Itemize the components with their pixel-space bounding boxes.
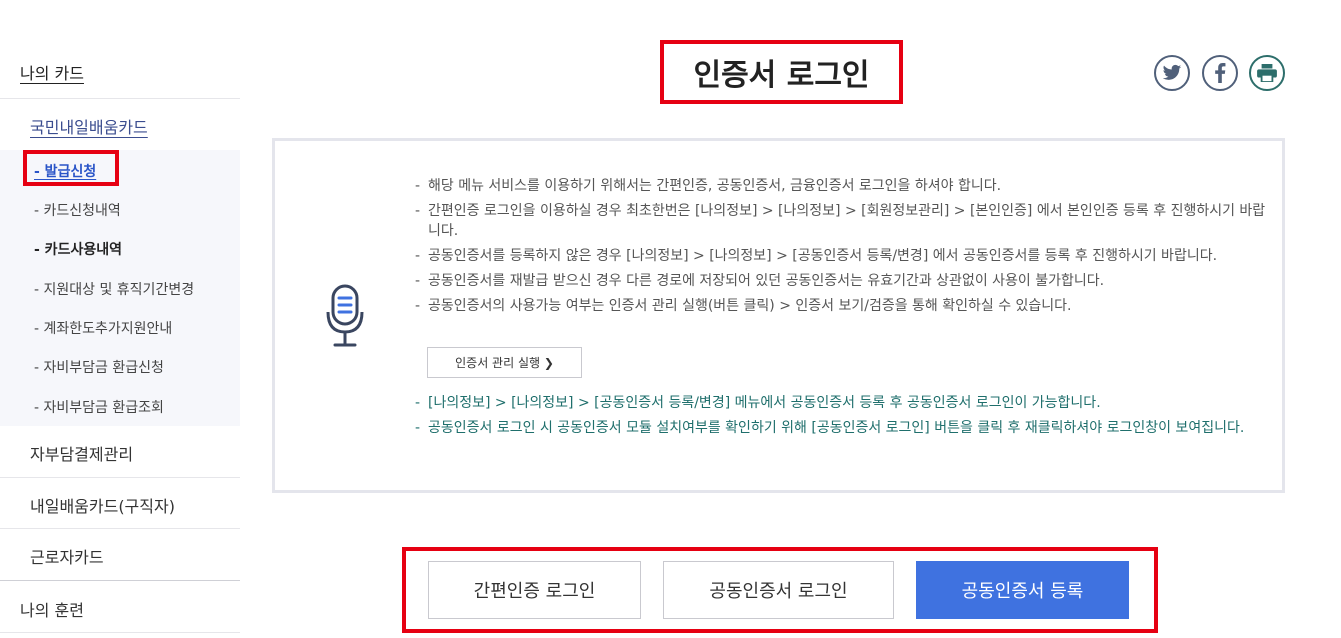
info-notes: [나의정보] > [나의정보] > [공동인증서 등록/변경] 메뉴에서 공동인… [415, 393, 1275, 443]
info-note: [나의정보] > [나의정보] > [공동인증서 등록/변경] 메뉴에서 공동인… [415, 393, 1275, 413]
sidebar-item-my-training[interactable]: 나의 훈련 [20, 597, 84, 621]
sidebar-divider [0, 632, 240, 633]
info-list: 해당 메뉴 서비스를 이용하기 위해서는 간편인증, 공동인증서, 금융인증서 … [415, 176, 1275, 321]
info-line: 공동인증서를 등록하지 않은 경우 [나의정보] > [나의정보] > [공동인… [415, 246, 1275, 266]
sidebar-divider [0, 580, 240, 581]
sidebar-divider [0, 477, 240, 478]
sidebar-title-my-card[interactable]: 나의 카드 [20, 60, 84, 84]
info-box: 해당 메뉴 서비스를 이용하기 위해서는 간편인증, 공동인증서, 금융인증서 … [272, 138, 1285, 493]
joint-cert-register-button[interactable]: 공동인증서 등록 [916, 561, 1129, 619]
cert-management-button[interactable]: 인증서 관리 실행 ❯ [427, 347, 582, 378]
microphone-icon [325, 284, 365, 352]
sidebar-item-jobseeker-card[interactable]: 내일배움카드(구직자) [30, 493, 175, 517]
sidebar-item-worker-card[interactable]: 근로자카드 [30, 544, 104, 568]
sidebar-divider [0, 98, 240, 99]
sidebar-item-self-payment[interactable]: 자부담결제관리 [30, 441, 133, 465]
info-line: 공동인증서의 사용가능 여부는 인증서 관리 실행(버튼 클릭) > 인증서 보… [415, 296, 1275, 316]
info-note: 공동인증서 로그인 시 공동인증서 모듈 설치여부를 확인하기 위해 [공동인증… [415, 418, 1275, 438]
sidebar-subitem-account-limit-guide[interactable]: - 계좌한도추가지원안내 [34, 318, 172, 338]
sidebar-subitem-refund-apply[interactable]: - 자비부담금 환급신청 [34, 357, 164, 377]
highlight-box-issue-apply [23, 150, 119, 186]
joint-cert-login-button[interactable]: 공동인증서 로그인 [663, 561, 894, 619]
sidebar-divider [0, 528, 240, 529]
sidebar-subitem-support-target-change[interactable]: - 지원대상 및 휴직기간변경 [34, 279, 194, 299]
twitter-icon[interactable] [1154, 55, 1190, 91]
facebook-icon[interactable] [1202, 55, 1238, 91]
info-line: 간편인증 로그인을 이용하실 경우 최초한번은 [나의정보] > [나의정보] … [415, 201, 1275, 241]
sidebar-item-national-card[interactable]: 국민내일배움카드 [30, 114, 148, 138]
simple-auth-login-button[interactable]: 간편인증 로그인 [428, 561, 641, 619]
sidebar-subitem-card-apply-history[interactable]: - 카드신청내역 [34, 200, 121, 220]
sidebar-subitem-card-usage-history[interactable]: - 카드사용내역 [34, 239, 122, 259]
highlight-box-title [660, 40, 903, 104]
sidebar: 나의 카드 국민내일배움카드 - 발급신청 - 카드신청내역 - 카드사용내역 … [0, 0, 240, 638]
info-line: 해당 메뉴 서비스를 이용하기 위해서는 간편인증, 공동인증서, 금융인증서 … [415, 176, 1275, 196]
info-line: 공동인증서를 재발급 받으신 경우 다른 경로에 저장되어 있던 공동인증서는 … [415, 271, 1275, 291]
sidebar-subitem-refund-inquiry[interactable]: - 자비부담금 환급조회 [34, 397, 164, 417]
print-icon[interactable] [1249, 55, 1285, 91]
